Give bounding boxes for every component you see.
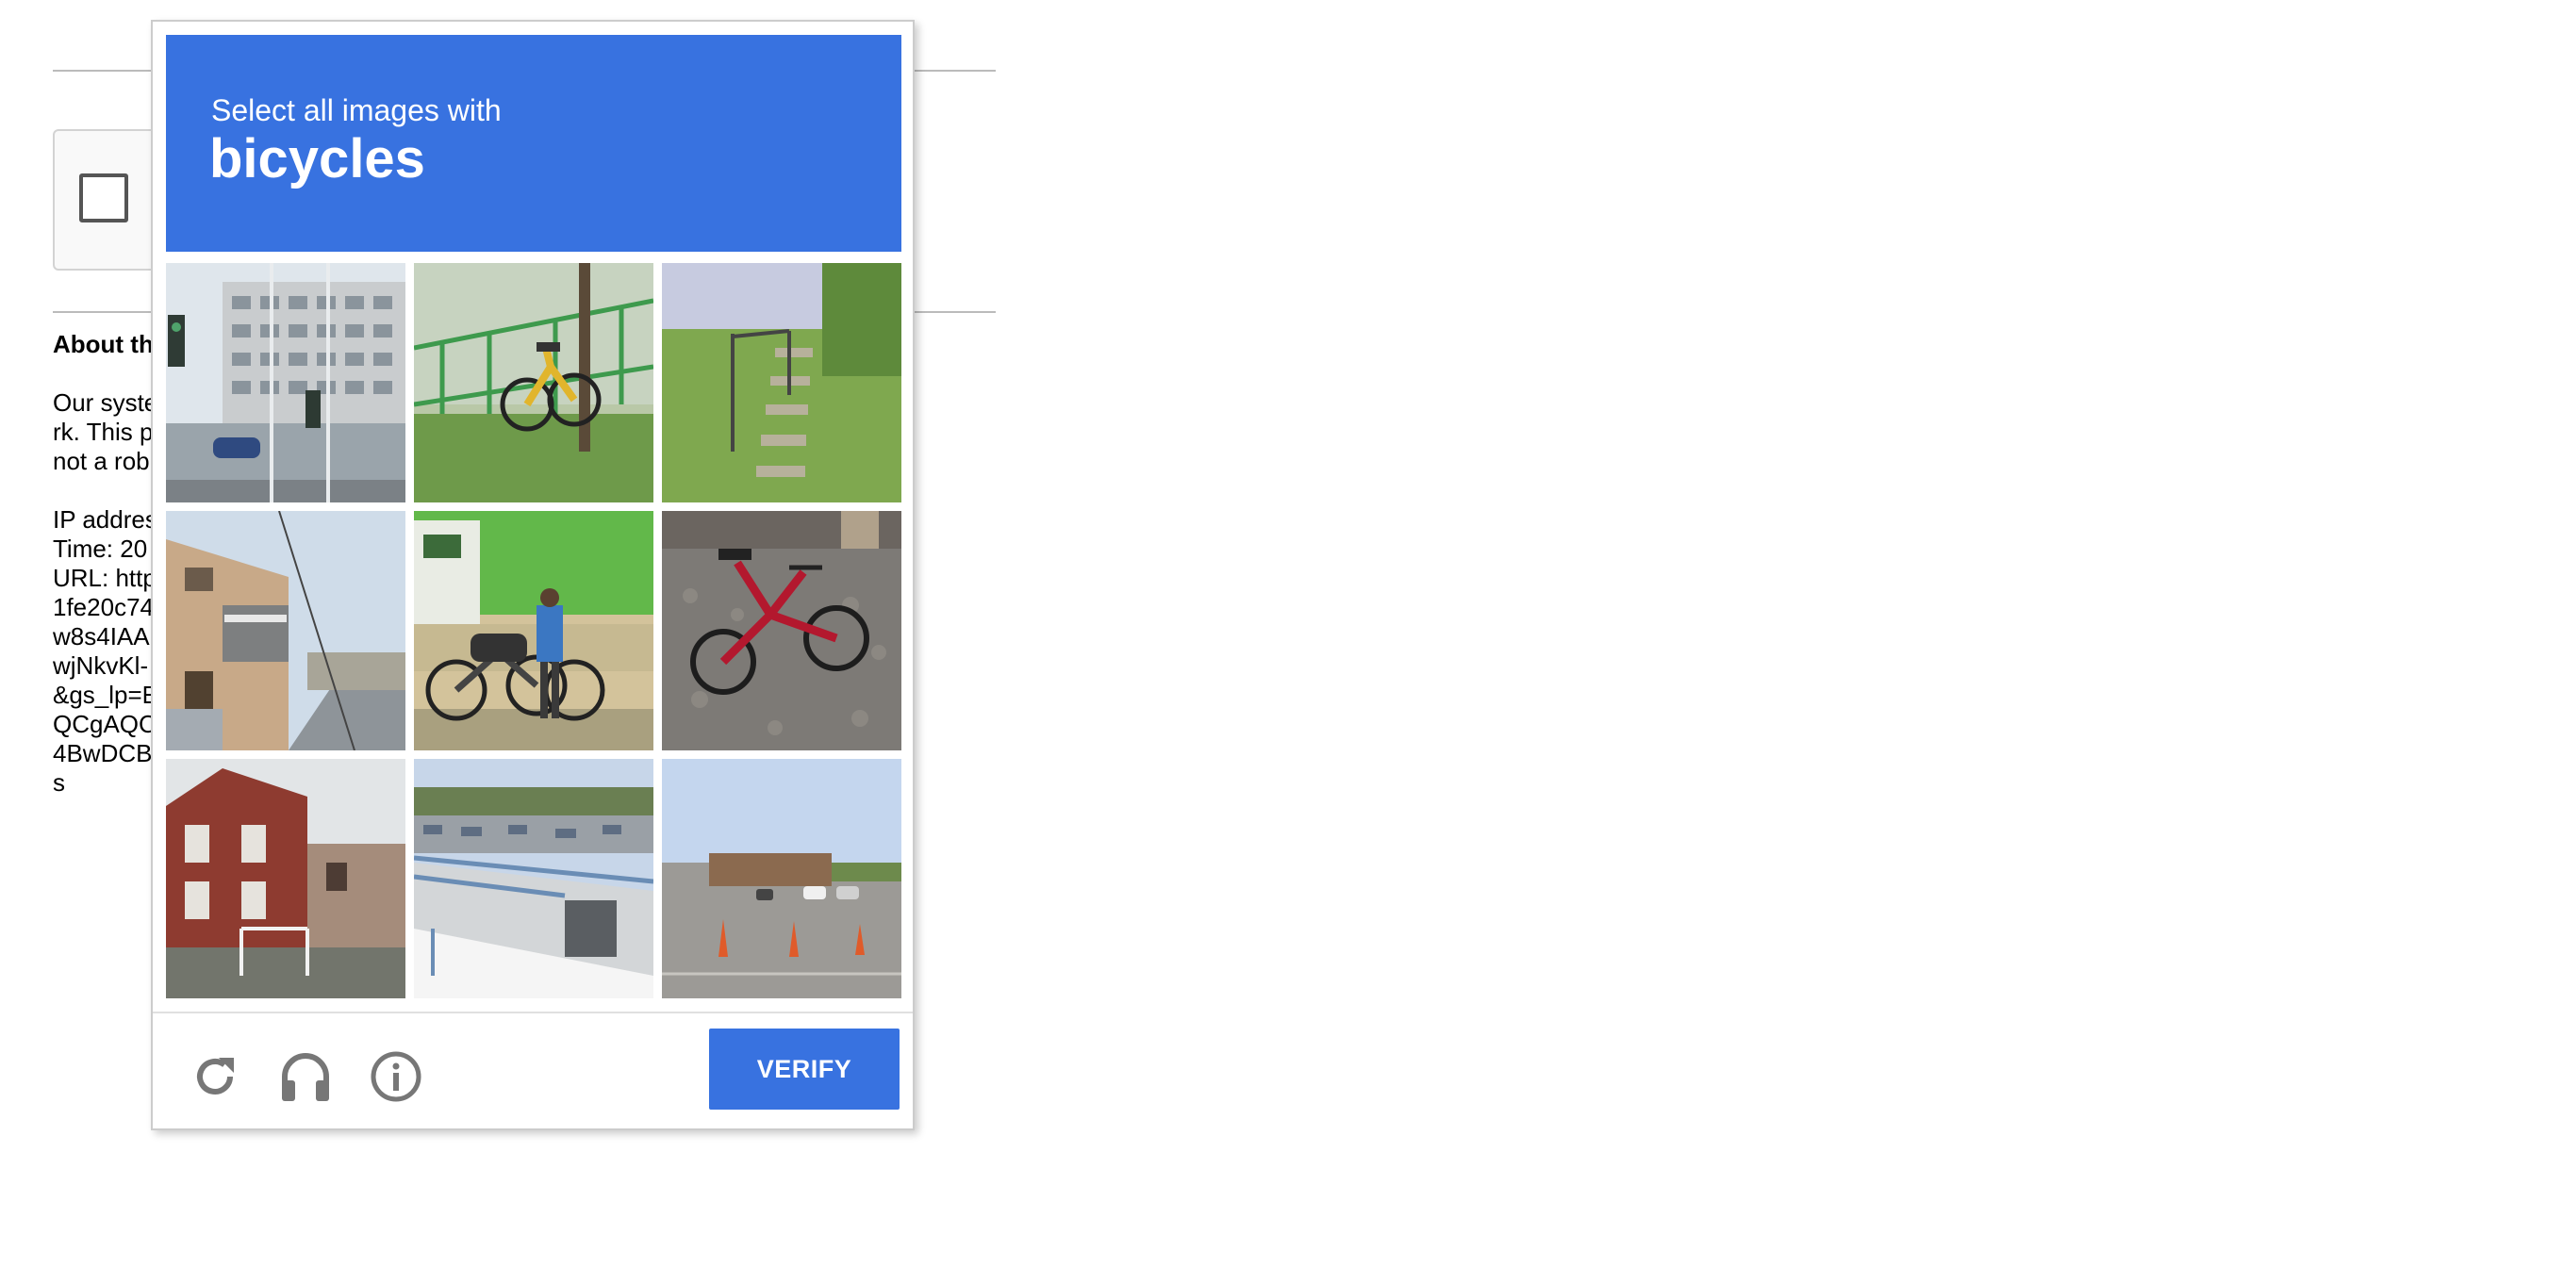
challenge-target: bicycles — [209, 128, 425, 189]
image-tile-9[interactable] — [662, 759, 901, 998]
image-tile-2[interactable] — [414, 263, 653, 502]
challenge-instruction: Select all images with — [211, 93, 502, 127]
tile-image-grassy-steps — [662, 263, 901, 502]
image-tile-7[interactable] — [166, 759, 405, 998]
image-tile-5[interactable] — [414, 511, 653, 750]
image-tile-8[interactable] — [414, 759, 653, 998]
headphones-icon[interactable] — [275, 1046, 336, 1107]
verify-button[interactable]: VERIFY — [709, 1029, 900, 1110]
recaptcha-checkbox[interactable] — [79, 173, 128, 222]
tile-image-overpass — [414, 759, 653, 998]
tile-image-apartment — [166, 511, 405, 750]
headphones-icon-glyph — [282, 1053, 329, 1101]
tile-image-yellow-bicycle — [414, 263, 653, 502]
image-grid — [166, 263, 901, 998]
info-icon[interactable] — [366, 1046, 426, 1107]
about-heading: About th — [53, 330, 154, 358]
tile-image-red-house — [166, 759, 405, 998]
tile-image-parking-lot — [662, 759, 901, 998]
info-icon-glyph — [371, 1051, 421, 1102]
image-tile-3[interactable] — [662, 263, 901, 502]
footer-divider — [153, 1012, 913, 1013]
challenge-prompt: Select all images with bicycles — [166, 35, 901, 252]
reload-icon[interactable] — [185, 1046, 245, 1107]
tile-image-street — [166, 263, 405, 502]
image-tile-6[interactable] — [662, 511, 901, 750]
reload-icon-glyph — [197, 1058, 234, 1095]
captcha-challenge-popup: Select all images with bicycles VERIFY — [151, 20, 915, 1130]
tile-image-bicycles-sign — [414, 511, 653, 750]
image-tile-4[interactable] — [166, 511, 405, 750]
image-tile-1[interactable] — [166, 263, 405, 502]
tile-image-red-bicycle — [662, 511, 901, 750]
page: About th Our syste rk. This p not a rob … — [0, 0, 2576, 1284]
